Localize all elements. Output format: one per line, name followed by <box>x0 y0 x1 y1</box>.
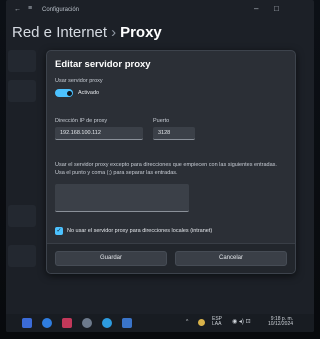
port-label: Puerto <box>153 118 170 124</box>
settings-window: ← ≡ Configuración – □ Red e Internet › Pro… <box>6 0 314 332</box>
clock[interactable]: 9:18 p. m. 10/12/2024 <box>268 317 293 327</box>
background-card <box>8 245 36 267</box>
edge-browser-icon[interactable] <box>42 318 52 328</box>
dialog-title: Editar servidor proxy <box>55 59 151 70</box>
use-proxy-toggle[interactable] <box>55 89 73 97</box>
dialog-footer: Guardar Cancelar <box>47 243 295 273</box>
page-title: Red e Internet › Proxy <box>12 24 162 41</box>
cancel-button[interactable]: Cancelar <box>175 251 287 266</box>
back-arrow-icon[interactable]: ← <box>14 6 21 13</box>
background-card <box>8 80 36 102</box>
minimize-icon[interactable]: – <box>254 4 258 13</box>
explorer-icon[interactable] <box>122 318 132 328</box>
window-title: Configuración <box>42 7 80 13</box>
exceptions-description: Usar el servidor proxy excepto para dire… <box>55 162 277 176</box>
exceptions-textarea[interactable] <box>55 184 189 212</box>
menu-icon[interactable]: ≡ <box>28 5 32 12</box>
settings-gear-icon[interactable] <box>82 318 92 328</box>
tray-app-icon[interactable] <box>198 319 205 326</box>
proxy-ip-label: Dirección IP de proxy <box>55 118 108 124</box>
local-bypass-label: No usar el servidor proxy para direccion… <box>67 228 213 234</box>
keyboard-layout: LAA <box>212 321 222 327</box>
edit-proxy-dialog: Editar servidor proxy Usar servidor prox… <box>46 50 296 274</box>
breadcrumb-current: Proxy <box>120 24 162 41</box>
language-indicator[interactable]: ESP LAA <box>212 317 222 327</box>
app-icon[interactable] <box>102 318 112 328</box>
breadcrumb-separator: › <box>111 24 117 41</box>
background-card <box>8 205 36 227</box>
title-bar: ← ≡ Configuración – □ <box>6 4 314 18</box>
start-icon[interactable] <box>22 318 32 328</box>
breadcrumb-parent[interactable]: Red e Internet <box>12 24 107 41</box>
taskbar: ^ ESP LAA ◉ ◂) ⊡ 9:18 p. m. 10/12/2024 <box>6 314 314 332</box>
checkmark-icon: ✓ <box>56 228 62 234</box>
screen: ← ≡ Configuración – □ Red e Internet › Pro… <box>0 0 320 339</box>
local-bypass-checkbox[interactable]: ✓ <box>55 227 63 235</box>
save-button[interactable]: Guardar <box>55 251 167 266</box>
network-volume-icons[interactable]: ◉ ◂) ⊡ <box>232 319 251 325</box>
toggle-knob <box>66 90 72 96</box>
port-input[interactable]: 3128 <box>153 127 195 140</box>
use-proxy-label: Usar servidor proxy <box>55 78 103 84</box>
clock-date: 10/12/2024 <box>268 321 294 327</box>
toggle-state-label: Activado <box>78 90 100 96</box>
maximize-icon[interactable]: □ <box>274 4 279 13</box>
background-card <box>8 50 36 72</box>
tray-overflow-chevron-icon[interactable]: ^ <box>186 320 188 325</box>
store-icon[interactable] <box>62 318 72 328</box>
proxy-ip-input[interactable]: 192.168.100.112 <box>55 127 143 140</box>
